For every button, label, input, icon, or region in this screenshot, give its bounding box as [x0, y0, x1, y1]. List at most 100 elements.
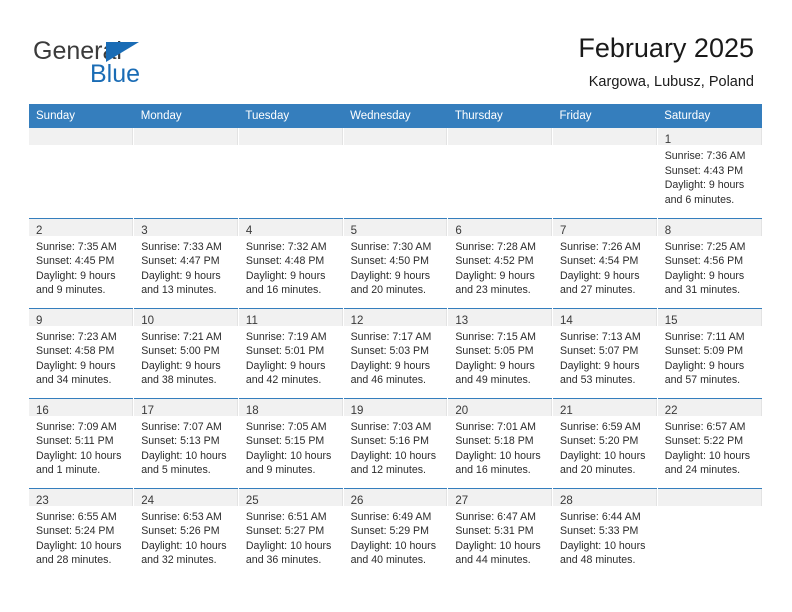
calendar-day-cell[interactable]: 8 Sunrise: 7:25 AM Sunset: 4:56 PM Daylight… [657, 217, 762, 308]
daylight-text: Daylight: 9 hours and 27 minutes. [560, 269, 640, 297]
calendar-day-cell[interactable]: 2 Sunrise: 7:35 AM Sunset: 4:45 PM Daylight… [29, 217, 135, 308]
day-number-band: 5 [343, 219, 447, 237]
weekday-header-wednesday: Wednesday [343, 104, 448, 128]
calendar-day-cell[interactable]: 23 Sunrise: 6:55 AM Sunset: 5:24 PM Dayligh… [29, 487, 135, 578]
day-number-band: 23 [29, 489, 133, 507]
calendar-day-cell[interactable]: 21 Sunrise: 6:59 AM Sunset: 5:20 PM Dayligh… [552, 397, 658, 488]
day-number-band: 2 [29, 219, 133, 237]
calendar-day-cell[interactable]: 3 Sunrise: 7:33 AM Sunset: 4:47 PM Daylight… [133, 217, 239, 308]
sunrise-text: Sunrise: 7:26 AM [560, 240, 641, 253]
daylight-text: Daylight: 9 hours and 9 minutes. [36, 269, 116, 297]
day-details: Sunrise: 7:03 AM Sunset: 5:16 PM Daylight:… [344, 416, 447, 478]
sunset-text: Sunset: 5:01 PM [245, 345, 325, 358]
sunrise-text: Sunrise: 7:36 AM [664, 150, 746, 162]
day-details: Sunrise: 7:01 AM Sunset: 5:18 PM Daylight:… [448, 416, 551, 478]
daylight-text: Daylight: 9 hours and 38 minutes. [141, 359, 221, 387]
calendar-day-cell[interactable]: 16 Sunrise: 7:09 AM Sunset: 5:11 PM Dayligh… [29, 397, 135, 488]
calendar-week-row: 2 Sunrise: 7:35 AM Sunset: 4:45 PM Daylight… [29, 217, 762, 308]
calendar-day-cell-empty [447, 128, 554, 218]
day-number-band: 1 [657, 128, 762, 146]
calendar-day-cell[interactable]: 10 Sunrise: 7:21 AM Sunset: 5:00 PM Dayligh… [133, 307, 239, 398]
day-details: Sunrise: 7:25 AM Sunset: 4:56 PM Daylight:… [658, 236, 762, 298]
sunrise-text: Sunrise: 7:28 AM [455, 240, 536, 253]
weekday-header-monday: Monday [133, 104, 239, 128]
weekday-header-saturday: Saturday [657, 104, 762, 128]
day-details: Sunrise: 7:15 AM Sunset: 5:05 PM Daylight:… [448, 326, 551, 388]
day-number-band: 9 [29, 309, 133, 327]
day-number-band: 22 [657, 399, 762, 417]
day-number: 13 [455, 314, 469, 327]
calendar-day-cell[interactable]: 7 Sunrise: 7:26 AM Sunset: 4:54 PM Daylight… [552, 217, 658, 308]
day-number-band [343, 128, 447, 145]
day-number: 19 [350, 404, 364, 417]
calendar-day-cell[interactable]: 1 Sunrise: 7:36 AM Sunset: 4:43 PM Daylight… [657, 128, 762, 218]
sunrise-text: Sunrise: 7:33 AM [141, 240, 222, 253]
calendar-day-cell[interactable]: 12 Sunrise: 7:17 AM Sunset: 5:03 PM Dayligh… [343, 307, 449, 398]
day-details: Sunrise: 7:30 AM Sunset: 4:50 PM Daylight:… [344, 236, 447, 298]
brand-name-bottom: Blue [90, 60, 141, 88]
day-number: 24 [141, 494, 154, 507]
daylight-text: Daylight: 10 hours and 20 minutes. [560, 449, 646, 477]
sunset-text: Sunset: 5:27 PM [245, 525, 325, 538]
day-number: 15 [664, 314, 678, 327]
calendar-day-cell[interactable]: 9 Sunrise: 7:23 AM Sunset: 4:58 PM Daylight… [29, 307, 135, 398]
sunrise-text: Sunrise: 7:11 AM [664, 330, 745, 343]
day-number-band: 14 [553, 309, 657, 327]
daylight-text: Daylight: 9 hours and 23 minutes. [455, 269, 535, 297]
sunrise-text: Sunrise: 7:13 AM [560, 330, 641, 343]
sunset-text: Sunset: 4:56 PM [664, 255, 744, 268]
day-details: Sunrise: 6:51 AM Sunset: 5:27 PM Daylight:… [239, 506, 342, 568]
day-number-band: 25 [238, 489, 343, 507]
day-number: 22 [664, 404, 678, 417]
day-number: 1 [664, 134, 672, 146]
daylight-text: Daylight: 10 hours and 28 minutes. [36, 539, 122, 567]
calendar-day-cell[interactable]: 18 Sunrise: 7:05 AM Sunset: 5:15 PM Dayligh… [238, 397, 344, 488]
daylight-text: Daylight: 9 hours and 53 minutes. [560, 359, 640, 387]
calendar-day-cell[interactable]: 11 Sunrise: 7:19 AM Sunset: 5:01 PM Dayligh… [238, 307, 344, 398]
calendar-day-cell[interactable]: 5 Sunrise: 7:30 AM Sunset: 4:50 PM Daylight… [343, 217, 449, 308]
day-number-band [448, 128, 552, 145]
daylight-text: Daylight: 10 hours and 12 minutes. [350, 449, 436, 477]
calendar-day-cell-empty [238, 128, 344, 218]
calendar-day-cell-empty [343, 128, 449, 218]
day-number: 23 [36, 494, 49, 507]
day-number: 9 [36, 314, 43, 327]
calendar-day-cell[interactable]: 14 Sunrise: 7:13 AM Sunset: 5:07 PM Dayligh… [552, 307, 658, 398]
calendar-day-cell[interactable]: 4 Sunrise: 7:32 AM Sunset: 4:48 PM Daylight… [238, 217, 344, 308]
day-details: Sunrise: 6:59 AM Sunset: 5:20 PM Daylight:… [553, 416, 656, 478]
calendar-day-cell[interactable]: 25 Sunrise: 6:51 AM Sunset: 5:27 PM Dayligh… [238, 487, 344, 578]
sunrise-text: Sunrise: 7:23 AM [36, 330, 117, 343]
day-number: 27 [455, 494, 469, 507]
sunrise-text: Sunrise: 7:17 AM [350, 330, 432, 343]
day-number: 2 [36, 224, 43, 237]
calendar-week-row: 1 Sunrise: 7:36 AM Sunset: 4:43 PM Daylight… [29, 128, 762, 218]
daylight-text: Daylight: 9 hours and 13 minutes. [141, 269, 221, 297]
brand-logo[interactable]: General Blue [33, 38, 273, 94]
day-number-band [134, 128, 238, 145]
day-number-band: 24 [134, 489, 238, 507]
day-number: 3 [141, 224, 148, 237]
calendar-day-cell[interactable]: 24 Sunrise: 6:53 AM Sunset: 5:26 PM Dayligh… [133, 487, 239, 578]
sunrise-text: Sunrise: 7:09 AM [36, 420, 117, 433]
calendar-day-cell[interactable]: 17 Sunrise: 7:07 AM Sunset: 5:13 PM Dayligh… [133, 397, 239, 488]
sunset-text: Sunset: 5:00 PM [141, 345, 220, 358]
calendar-day-cell[interactable]: 27 Sunrise: 6:47 AM Sunset: 5:31 PM Dayligh… [447, 487, 554, 578]
sunset-text: Sunset: 5:31 PM [455, 525, 534, 538]
day-number: 26 [350, 494, 364, 507]
calendar-day-cell[interactable]: 15 Sunrise: 7:11 AM Sunset: 5:09 PM Dayligh… [657, 307, 762, 398]
calendar-day-cell[interactable]: 13 Sunrise: 7:15 AM Sunset: 5:05 PM Dayligh… [447, 307, 554, 398]
calendar-day-cell[interactable]: 22 Sunrise: 6:57 AM Sunset: 5:22 PM Dayligh… [657, 397, 762, 488]
sunset-text: Sunset: 5:18 PM [455, 435, 534, 448]
day-number-band: 12 [343, 309, 447, 327]
calendar-day-cell[interactable]: 6 Sunrise: 7:28 AM Sunset: 4:52 PM Daylight… [447, 217, 554, 308]
calendar-day-cell[interactable]: 19 Sunrise: 7:03 AM Sunset: 5:16 PM Dayligh… [343, 397, 449, 488]
day-number-band: 19 [343, 399, 447, 417]
calendar-week-row: 9 Sunrise: 7:23 AM Sunset: 4:58 PM Daylight… [29, 307, 762, 398]
calendar-day-cell[interactable]: 26 Sunrise: 6:49 AM Sunset: 5:29 PM Dayligh… [343, 487, 449, 578]
calendar-day-cell[interactable]: 28 Sunrise: 6:44 AM Sunset: 5:33 PM Dayligh… [552, 487, 658, 578]
day-number: 10 [141, 314, 154, 327]
day-number: 11 [245, 314, 258, 327]
calendar-day-cell[interactable]: 20 Sunrise: 7:01 AM Sunset: 5:18 PM Dayligh… [447, 397, 554, 488]
day-number: 28 [560, 494, 573, 507]
calendar-day-cell-empty [552, 128, 658, 218]
